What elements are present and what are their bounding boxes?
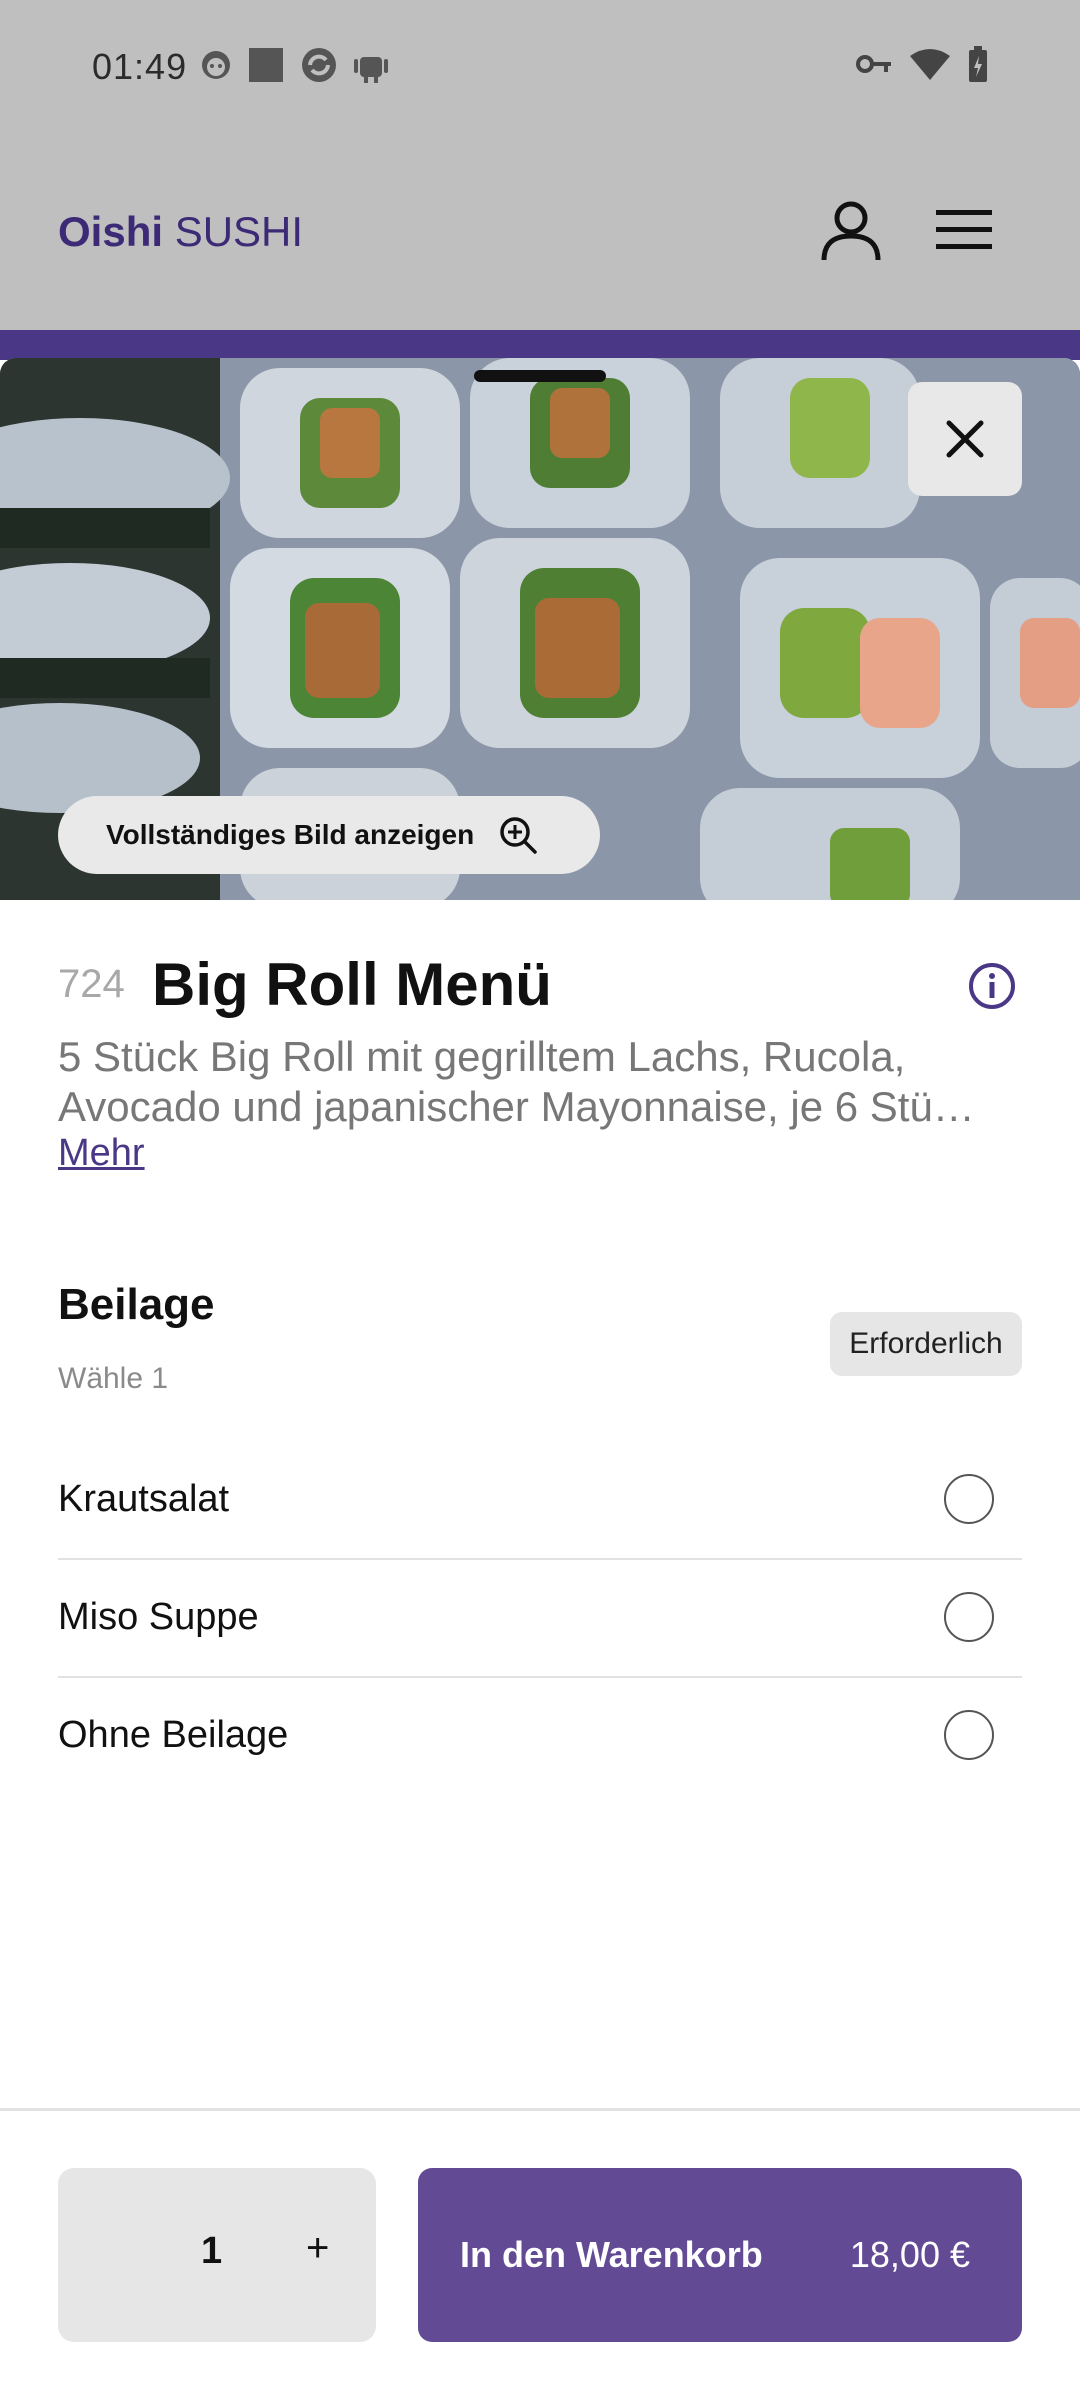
- image-icon: [249, 48, 283, 82]
- close-button[interactable]: [908, 382, 1022, 496]
- product-number: 724: [58, 962, 125, 1006]
- header-accent-strip: [0, 330, 1080, 360]
- option-miso-suppe[interactable]: Miso Suppe: [58, 1558, 1022, 1678]
- product-title: Big Roll Menü: [152, 951, 552, 1018]
- option-ohne-beilage[interactable]: Ohne Beilage: [58, 1676, 1022, 1794]
- option-label: Krautsalat: [58, 1477, 230, 1520]
- oishi-sushi-logo[interactable]: Oishi SUSHI: [58, 208, 303, 256]
- price-label: 18,00 €: [849, 2234, 970, 2275]
- add-to-cart-button[interactable]: In den Warenkorb 18,00 €: [418, 2168, 1022, 2342]
- status-left-icons: [200, 46, 388, 84]
- wifi-icon: [910, 49, 950, 80]
- view-full-image-button[interactable]: Vollständiges Bild anzeigen: [58, 796, 600, 874]
- android-icon: [354, 57, 388, 83]
- sheet-drag-handle[interactable]: [474, 370, 606, 382]
- radio-button[interactable]: [944, 1474, 994, 1524]
- status-bar: 01:49: [0, 0, 1080, 135]
- section-title: Beilage: [58, 1280, 215, 1329]
- key-icon: [856, 55, 891, 73]
- quantity-value: 1: [201, 2230, 223, 2272]
- battery-icon: [969, 46, 987, 82]
- more-link[interactable]: Mehr: [58, 1132, 145, 1175]
- zoom-in-icon: [500, 817, 537, 854]
- option-krautsalat[interactable]: Krautsalat: [58, 1440, 1022, 1560]
- quantity-stepper[interactable]: 1 +: [58, 2168, 376, 2342]
- product-description: 5 Stück Big Roll mit gegrilltem Lachs, R…: [58, 1033, 975, 1130]
- option-label: Miso Suppe: [58, 1595, 259, 1638]
- option-label: Ohne Beilage: [58, 1713, 289, 1756]
- section-subtitle: Wähle 1: [58, 1362, 169, 1395]
- required-badge: Erforderlich: [830, 1312, 1022, 1376]
- sync-icon: [302, 48, 336, 82]
- radio-button[interactable]: [944, 1710, 994, 1760]
- user-icon[interactable]: [818, 198, 884, 264]
- add-to-cart-label: In den Warenkorb: [460, 2234, 763, 2275]
- status-time: 01:49: [92, 46, 188, 87]
- status-right-icons: [856, 46, 988, 82]
- radio-button[interactable]: [944, 1592, 994, 1642]
- increment-button[interactable]: +: [306, 2226, 329, 2271]
- close-icon: [946, 420, 984, 458]
- menu-icon[interactable]: [936, 210, 992, 250]
- face-icon: [202, 51, 230, 79]
- info-icon[interactable]: [968, 962, 1016, 1010]
- view-full-image-label: Vollständiges Bild anzeigen: [106, 819, 475, 850]
- footer-divider: [0, 2108, 1080, 2111]
